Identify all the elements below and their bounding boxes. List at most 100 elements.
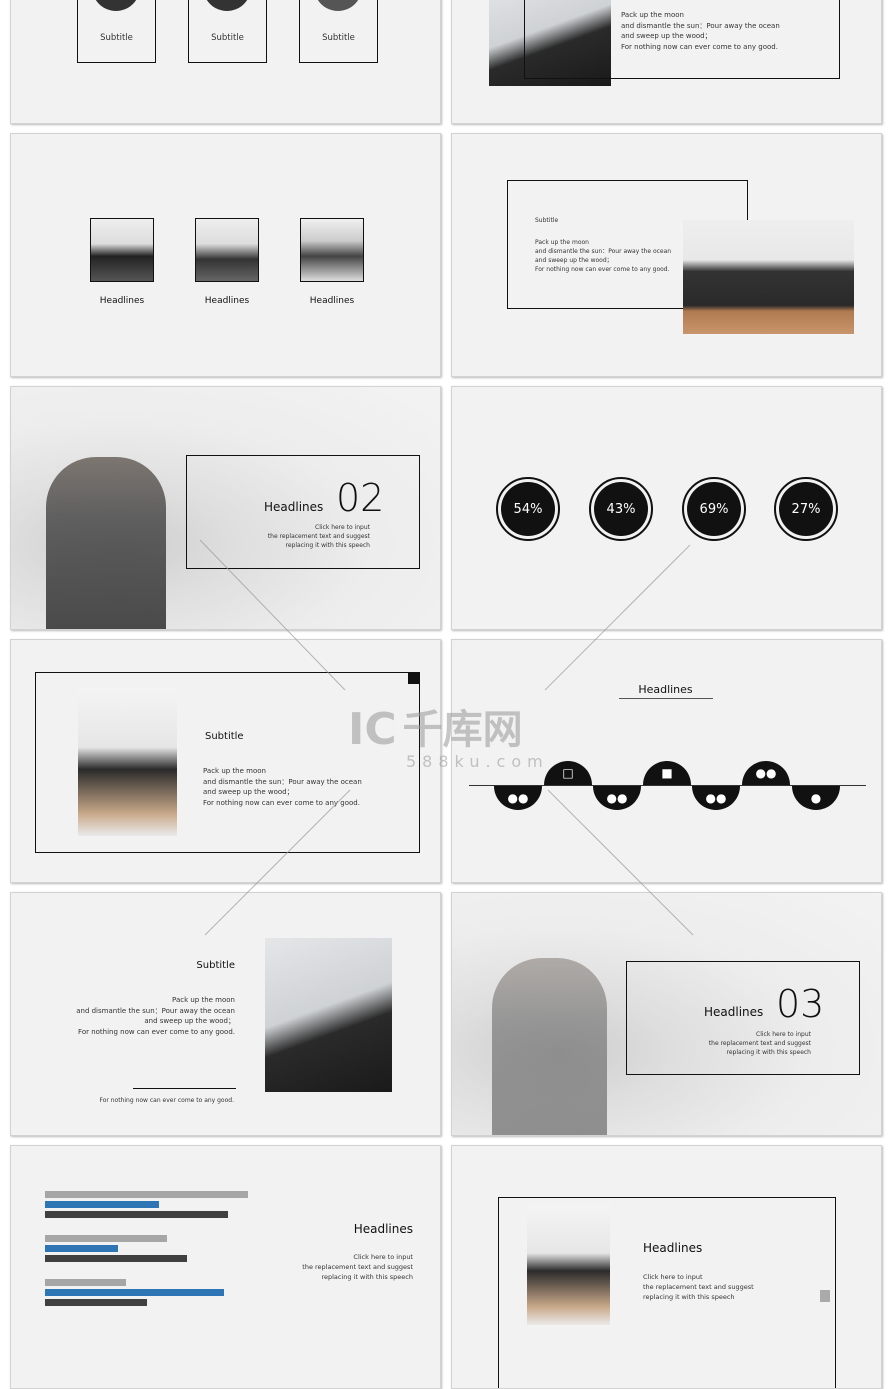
team-photo-1 bbox=[90, 218, 154, 282]
subtitle: Subtitle bbox=[535, 217, 559, 224]
text-line: the replacement text and suggest bbox=[267, 533, 370, 540]
body-text: Pack up the moon and dismantle the sun：P… bbox=[535, 238, 671, 274]
bar-group-2-series-1 bbox=[45, 1235, 167, 1242]
subtitle: Subtitle bbox=[205, 731, 244, 742]
conference-icon: ●● bbox=[742, 761, 790, 785]
text-line: Pack up the moon bbox=[621, 11, 684, 19]
text-line: and sweep up the wood； bbox=[203, 788, 294, 796]
section-number: 03 bbox=[776, 982, 825, 1026]
percent-ring-1: 54% bbox=[496, 477, 560, 541]
bar-group-3-series-1 bbox=[45, 1279, 127, 1286]
subtitle: Subtitle bbox=[196, 960, 235, 971]
text-line: replacing it with this speech bbox=[285, 542, 370, 549]
slide-thumbnail-3[interactable]: Headlines Headlines Headlines bbox=[10, 133, 441, 377]
caption: Subtitle bbox=[322, 33, 355, 43]
bar-group-3-series-2 bbox=[45, 1289, 224, 1296]
bar-group-2-series-2 bbox=[45, 1245, 119, 1252]
bar-group-1-series-1 bbox=[45, 1191, 248, 1198]
text-line: Pack up the moon bbox=[172, 996, 235, 1004]
body-text: Pack up the moon and dismantle the sun：P… bbox=[621, 10, 780, 52]
caption: Subtitle bbox=[211, 33, 244, 43]
body-text: Click here to input the replacement text… bbox=[709, 1030, 811, 1057]
bar-group-1-series-3 bbox=[45, 1211, 228, 1218]
text-line: and sweep up the wood； bbox=[621, 32, 712, 40]
text-line: Pack up the moon bbox=[535, 239, 589, 246]
slide-thumbnail-12[interactable]: Headlines Click here to input the replac… bbox=[451, 1145, 882, 1389]
caption: Headlines bbox=[99, 296, 145, 306]
slide-thumbnail-11[interactable]: Headlines Click here to input the replac… bbox=[10, 1145, 441, 1389]
text-line: and dismantle the sun：Pour away the ocea… bbox=[76, 1006, 235, 1015]
team-icon: ●● bbox=[494, 786, 542, 810]
percent-label: 27% bbox=[779, 482, 833, 536]
body-text: Click here to input the replacement text… bbox=[268, 523, 370, 550]
body-text: Pack up the moon and dismantle the sun：P… bbox=[76, 995, 235, 1037]
headline: Headlines bbox=[264, 500, 324, 514]
slide-thumbnail-2[interactable]: Pack up the moon and dismantle the sun：P… bbox=[451, 0, 882, 124]
text-line: the replacement text and suggest bbox=[708, 1040, 811, 1047]
percent-label: 54% bbox=[501, 482, 555, 536]
body-text: Click here to input the replacement text… bbox=[302, 1252, 413, 1282]
text-line: Click here to input bbox=[315, 524, 370, 531]
text-line: Click here to input bbox=[756, 1031, 811, 1038]
section-number: 02 bbox=[336, 476, 385, 520]
divider bbox=[133, 1088, 236, 1089]
text-line: the replacement text and suggest bbox=[302, 1263, 413, 1271]
percent-label: 69% bbox=[687, 482, 741, 536]
bar-group-2-series-3 bbox=[45, 1255, 188, 1262]
text-line: For nothing now can ever come to any goo… bbox=[621, 42, 778, 51]
woman-silhouette bbox=[46, 457, 166, 629]
slide-thumbnail-7[interactable]: Subtitle Pack up the moon and dismantle … bbox=[10, 639, 441, 883]
text-line: For nothing now can ever come to any goo… bbox=[203, 798, 360, 807]
slide-thumbnail-5[interactable]: Headlines 02 Click here to input the rep… bbox=[10, 386, 441, 630]
text-line: and dismantle the sun：Pour away the ocea… bbox=[535, 248, 672, 255]
woman-at-table-photo bbox=[527, 1205, 610, 1325]
slide-thumbnail-1[interactable]: Subtitle Subtitle Subtitle bbox=[10, 0, 441, 124]
caption: Headlines bbox=[309, 296, 355, 306]
text-line: replacing it with this speech bbox=[726, 1049, 811, 1056]
headline: Headlines bbox=[643, 1241, 703, 1255]
headline-underline bbox=[619, 698, 713, 699]
bar-chart bbox=[11, 1146, 271, 1388]
body-text: Click here to input the replacement text… bbox=[643, 1272, 754, 1302]
slide-thumbnail-10[interactable]: Headlines 03 Click here to input the rep… bbox=[451, 892, 882, 1136]
slide-thumbnail-6[interactable]: 54% 43% 69% 27% bbox=[451, 386, 882, 630]
corner-square bbox=[820, 1290, 830, 1302]
text-line: Click here to input bbox=[643, 1273, 703, 1281]
woman-silhouette bbox=[492, 958, 607, 1135]
headline: Headlines bbox=[704, 1005, 764, 1019]
slide-thumbnail-8[interactable]: Headlines ●● □ ●● ■ ●● ●● ● bbox=[451, 639, 882, 883]
handshake-people-icon: ● bbox=[792, 786, 840, 810]
slide-thumbnail-4[interactable]: Subtitle Pack up the moon and dismantle … bbox=[451, 133, 882, 377]
group-icon: ●● bbox=[593, 786, 641, 810]
text-line: Pack up the moon bbox=[203, 767, 266, 775]
woman-at-table-photo bbox=[78, 688, 177, 836]
slide-thumbnail-9[interactable]: Subtitle Pack up the moon and dismantle … bbox=[10, 892, 441, 1136]
desk-worker-icon: ■ bbox=[643, 761, 691, 785]
bar-group-1-series-2 bbox=[45, 1201, 159, 1208]
meeting-pair-icon: ●● bbox=[692, 786, 740, 810]
presentation-icon: □ bbox=[544, 761, 592, 785]
footer-text: For nothing now can ever come to any goo… bbox=[99, 1097, 234, 1104]
team-photo-3 bbox=[300, 218, 364, 282]
percent-ring-3: 69% bbox=[682, 477, 746, 541]
text-line: Click here to input bbox=[353, 1253, 413, 1261]
high-five-photo bbox=[265, 938, 392, 1092]
text-line: and dismantle the sun：Pour away the ocea… bbox=[203, 777, 362, 786]
body-text: Pack up the moon and dismantle the sun：P… bbox=[203, 766, 362, 808]
headline: Headlines bbox=[353, 1222, 413, 1236]
waiting-room-photo bbox=[683, 220, 854, 334]
text-line: and sweep up the wood； bbox=[144, 1017, 235, 1025]
corner-square bbox=[408, 672, 420, 684]
text-line: For nothing now can ever come to any goo… bbox=[78, 1027, 235, 1036]
text-line: replacing it with this speech bbox=[643, 1293, 735, 1301]
bar-group-3-series-3 bbox=[45, 1299, 147, 1306]
text-line: the replacement text and suggest bbox=[643, 1283, 754, 1291]
percent-label: 43% bbox=[594, 482, 648, 536]
text-line: replacing it with this speech bbox=[321, 1273, 413, 1281]
text-line: and dismantle the sun：Pour away the ocea… bbox=[621, 21, 780, 30]
team-photo-2 bbox=[195, 218, 259, 282]
percent-ring-2: 43% bbox=[589, 477, 653, 541]
percent-ring-4: 27% bbox=[774, 477, 838, 541]
text-line: and sweep up the wood； bbox=[535, 257, 613, 264]
caption: Subtitle bbox=[100, 33, 133, 43]
